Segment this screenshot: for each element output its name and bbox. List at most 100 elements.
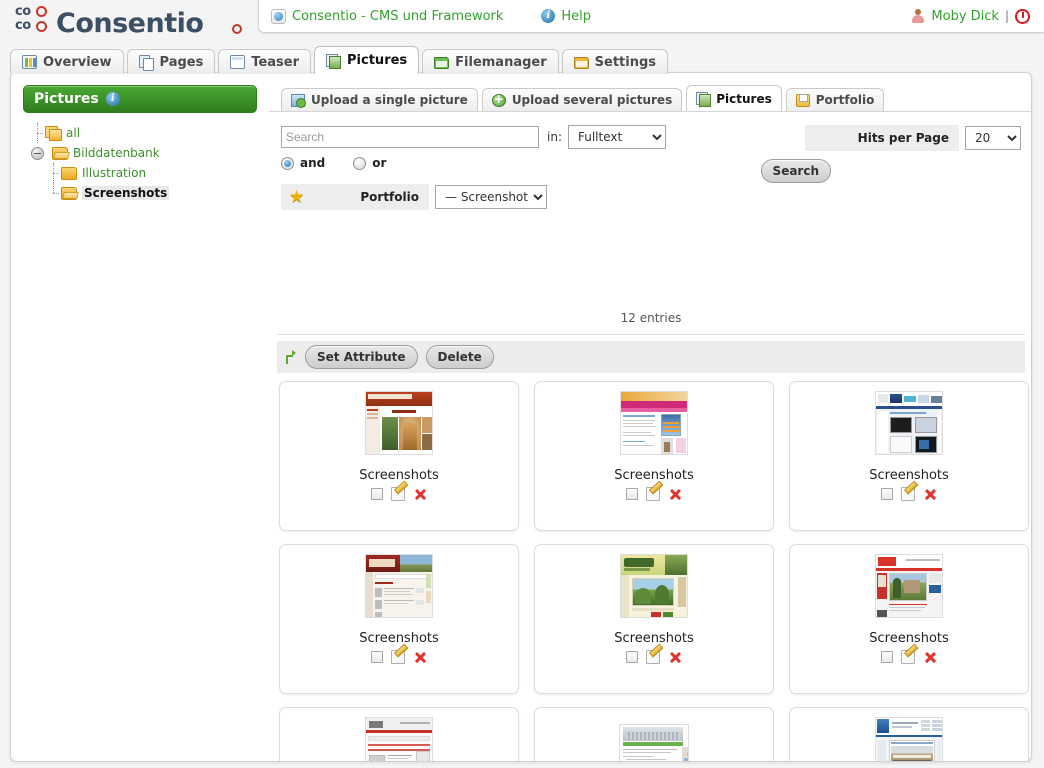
collapse-minus-icon[interactable] [31, 147, 44, 160]
red-x-icon[interactable] [923, 650, 937, 664]
picture-card[interactable]: Screenshots [279, 381, 519, 531]
subtab-portfolio-label: Portfolio [816, 93, 875, 107]
picture-card[interactable]: Screenshots [279, 707, 519, 762]
thumbnail-wrap[interactable] [364, 716, 434, 762]
search-input[interactable] [281, 126, 539, 148]
upload-single-icon [291, 94, 305, 107]
hits-per-page-select[interactable]: 20 [965, 126, 1021, 150]
red-x-icon[interactable] [413, 487, 427, 501]
pencil-icon[interactable] [646, 487, 660, 501]
tab-filemanager[interactable]: Filemanager [422, 49, 559, 74]
logo[interactable]: coco Consentio [10, 2, 260, 42]
select-checkbox[interactable] [626, 651, 638, 663]
power-icon[interactable] [1015, 9, 1030, 24]
red-x-icon[interactable] [923, 487, 937, 501]
help-link[interactable]: i Help [541, 9, 591, 24]
site-link[interactable]: Consentio - CMS und Framework [271, 9, 503, 24]
logo-text: Consentio [56, 8, 203, 39]
subtab-portfolio[interactable]: Portfolio [786, 88, 885, 111]
subtab-pictures[interactable]: Pictures [686, 85, 782, 111]
tree-item-bilddatenbank[interactable]: Bilddatenbank [31, 143, 257, 163]
picture-card[interactable]: Screenshots [534, 707, 774, 762]
select-checkbox[interactable] [371, 488, 383, 500]
red-x-icon[interactable] [668, 650, 682, 664]
portfolio-filter-row: ★ Portfolio — Screenshots [281, 184, 547, 210]
tab-teaser-label: Teaser [251, 55, 299, 70]
tree-guide-h [37, 133, 43, 134]
picture-card[interactable]: Screenshots [279, 544, 519, 694]
thumbnail-wrap[interactable] [874, 716, 944, 762]
subtab-upload-single-label: Upload a single picture [311, 93, 468, 107]
subtab-pictures-label: Pictures [716, 92, 772, 106]
sidebar-title: Pictures [34, 91, 99, 107]
help-link-label: Help [561, 9, 591, 24]
reply-arrow-icon [284, 350, 297, 364]
select-checkbox[interactable] [881, 651, 893, 663]
subtab-upload-several[interactable]: Upload several pictures [482, 88, 682, 111]
thumbnail-brunnenkeller [365, 391, 433, 455]
top-header: coco Consentio Consentio - CMS und Frame… [0, 0, 1044, 40]
tab-filemanager-label: Filemanager [455, 55, 547, 70]
portfolio-select[interactable]: — Screenshots [435, 185, 547, 209]
tab-settings[interactable]: Settings [562, 49, 668, 74]
thumbnail-wrap[interactable] [619, 716, 689, 762]
select-checkbox[interactable] [371, 651, 383, 663]
picture-card[interactable]: Screenshots [789, 381, 1029, 531]
radio-and[interactable] [281, 157, 294, 170]
picture-card[interactable]: Screenshots [534, 381, 774, 531]
stack-icon [45, 126, 61, 140]
tree-item-illustration[interactable]: Illustration [31, 163, 257, 183]
search-button[interactable]: Search [761, 159, 831, 183]
thumbnail-magenta-portal [620, 391, 688, 455]
main-tab-bar: Overview Pages Teaser Pictures Filemanag… [10, 46, 668, 74]
tree-item-screenshots[interactable]: Screenshots [31, 183, 257, 203]
red-x-icon[interactable] [413, 650, 427, 664]
tab-overview[interactable]: Overview [10, 49, 124, 74]
picture-actions [371, 650, 427, 664]
pencil-icon[interactable] [391, 650, 405, 664]
pencil-icon[interactable] [391, 487, 405, 501]
select-checkbox[interactable] [626, 488, 638, 500]
picture-card[interactable]: Screenshots [789, 707, 1029, 762]
picture-actions [881, 650, 937, 664]
tree-item-all[interactable]: all [31, 123, 257, 143]
tab-settings-label: Settings [595, 55, 656, 70]
pencil-icon[interactable] [646, 650, 660, 664]
tree-guide [53, 183, 54, 193]
thumbnail-wrap[interactable] [364, 390, 434, 455]
set-attribute-button[interactable]: Set Attribute [305, 345, 418, 369]
thumbnail-wrap[interactable] [619, 390, 689, 455]
subtab-upload-several-label: Upload several pictures [512, 93, 672, 107]
delete-button[interactable]: Delete [426, 345, 494, 369]
thumbnail-wide-building [619, 724, 689, 763]
user-name[interactable]: Moby Dick [931, 9, 999, 24]
portfolio-icon [796, 94, 810, 107]
picture-card[interactable]: Screenshots [534, 544, 774, 694]
tree-item-screenshots-label: Screenshots [82, 186, 169, 200]
picture-card[interactable]: Screenshots [789, 544, 1029, 694]
thumbnail-wrap[interactable] [364, 553, 434, 618]
select-checkbox[interactable] [881, 488, 893, 500]
pencil-icon[interactable] [901, 487, 915, 501]
hits-label-cell: Hits per Page [805, 125, 959, 151]
subtab-upload-single[interactable]: Upload a single picture [281, 88, 478, 111]
tree-item-all-label: all [66, 126, 80, 140]
entries-count: 12 entries [269, 311, 1032, 325]
tab-pictures[interactable]: Pictures [314, 46, 419, 74]
logo-co-marks: coco [15, 5, 31, 33]
thumbnail-wrap[interactable] [619, 553, 689, 618]
logo-ring-end [232, 24, 242, 34]
content-panel: Pictures i all Bilddatenbank [10, 72, 1032, 762]
search-scope-select[interactable]: Fulltext [568, 125, 666, 149]
picture-title: Screenshots [614, 468, 694, 483]
pencil-icon[interactable] [901, 650, 915, 664]
info-icon[interactable]: i [106, 92, 120, 106]
red-x-icon[interactable] [668, 487, 682, 501]
radio-or[interactable] [353, 157, 366, 170]
tab-pages[interactable]: Pages [127, 49, 216, 74]
tab-teaser[interactable]: Teaser [218, 49, 311, 74]
picture-title: Screenshots [359, 468, 439, 483]
thumbnail-wrap[interactable] [874, 390, 944, 455]
thumbnail-wrap[interactable] [874, 553, 944, 618]
user-area: Moby Dick | [911, 9, 1030, 24]
